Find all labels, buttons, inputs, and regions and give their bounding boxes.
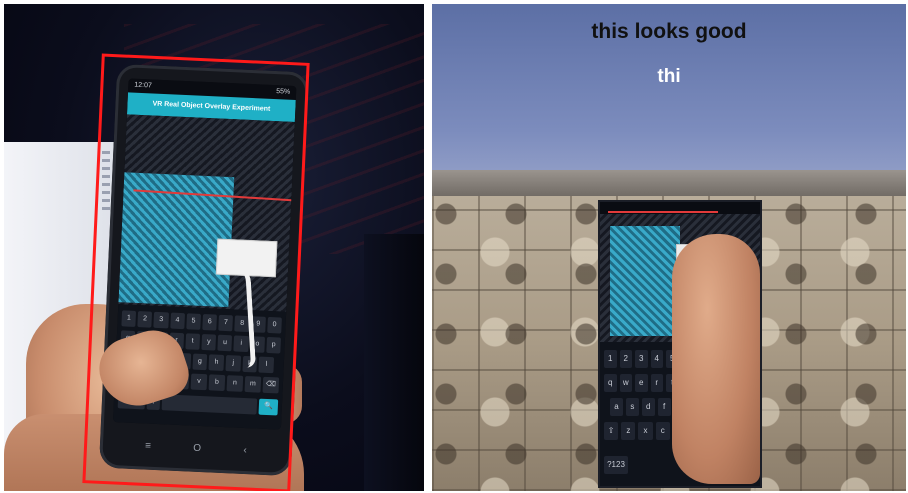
key[interactable]: s [625, 398, 639, 416]
key[interactable]: c [655, 422, 670, 440]
key[interactable]: f [657, 398, 671, 416]
calibration-line [608, 211, 718, 213]
key[interactable]: x [638, 422, 653, 440]
key[interactable]: z [621, 422, 636, 440]
key[interactable]: q [604, 374, 617, 392]
real-camera-view: 12:07 55% VR Real Object Overlay Experim… [4, 4, 424, 491]
key[interactable]: e [635, 374, 648, 392]
thumb [672, 234, 760, 484]
vr-scene-view: this looks good thi phne 1 2 3 4 5 6 7 8… [432, 4, 906, 491]
key[interactable]: 3 [635, 350, 648, 368]
symbols-key[interactable]: ?123 [604, 456, 628, 474]
key[interactable]: a [610, 398, 623, 416]
key[interactable]: 4 [650, 350, 663, 368]
background-shadow [364, 234, 424, 491]
key[interactable]: w [619, 374, 632, 392]
blue-pattern [610, 226, 680, 336]
tracking-bounding-box [82, 53, 310, 491]
key[interactable]: r [650, 374, 663, 392]
target-phrase: this looks good [591, 20, 747, 43]
key[interactable]: 2 [619, 350, 632, 368]
key[interactable]: d [641, 398, 655, 416]
typed-text: thi [657, 66, 681, 87]
shift-key[interactable]: ⇧ [604, 422, 619, 440]
key[interactable]: 1 [604, 350, 617, 368]
